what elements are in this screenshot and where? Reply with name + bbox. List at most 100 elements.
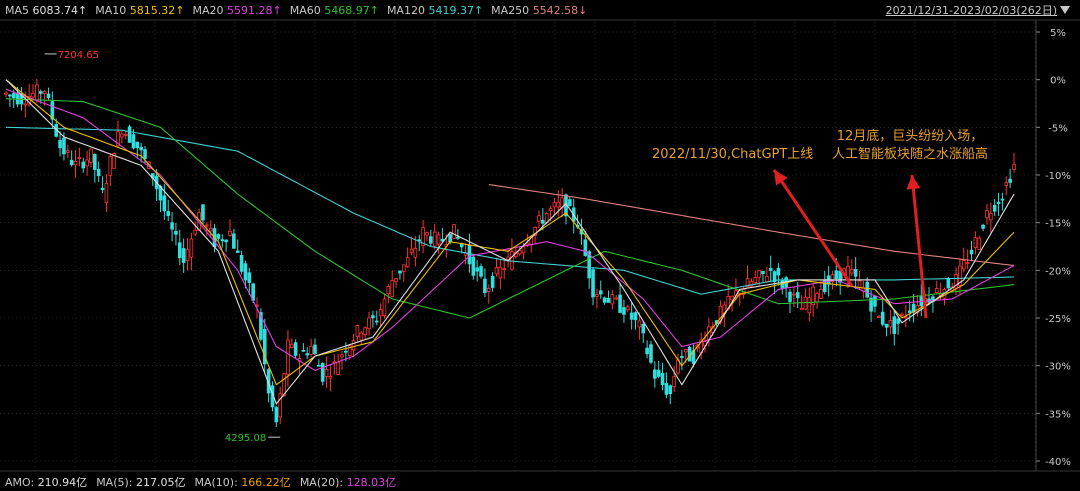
candle-body xyxy=(243,263,248,281)
candle-body xyxy=(73,160,78,166)
candle-body xyxy=(46,93,51,99)
candle-body xyxy=(637,320,642,328)
candle-body xyxy=(622,307,626,315)
candle-body xyxy=(336,361,340,375)
candle-body xyxy=(367,317,371,329)
candle-body xyxy=(340,354,344,358)
candle-body xyxy=(877,316,881,318)
candle-body xyxy=(135,141,140,149)
candle-body xyxy=(799,307,804,310)
candle-body xyxy=(320,363,325,382)
candle-body xyxy=(668,385,673,395)
candle-body xyxy=(556,201,561,208)
candle-body xyxy=(1004,182,1009,186)
candle-body xyxy=(228,230,232,236)
candle-body xyxy=(448,233,452,243)
date-range-selector[interactable]: 2021/12/31-2023/02/03(262日) xyxy=(886,2,1070,18)
candle-body xyxy=(900,313,904,316)
legend-item-ma10: MA10 5815.32↑ xyxy=(95,4,184,17)
candle-body xyxy=(614,297,619,300)
candle-body xyxy=(93,153,97,170)
candle-body xyxy=(803,296,808,310)
candle-body xyxy=(992,204,997,212)
candle-body xyxy=(961,260,966,270)
candle-body xyxy=(301,349,306,352)
candle-body xyxy=(11,93,16,99)
candle-body xyxy=(317,364,321,367)
candle-body xyxy=(324,369,329,377)
volume-legend-item: MA(5): 217.05亿 xyxy=(96,475,186,489)
candle-body xyxy=(834,270,839,279)
candle-body xyxy=(386,286,391,295)
candle-body xyxy=(8,94,12,97)
candle-body xyxy=(89,148,93,163)
legend-value: 5419.37↑ xyxy=(428,3,484,17)
december-arrow-head xyxy=(906,175,921,190)
candle-body xyxy=(247,272,252,283)
chevron-down-icon[interactable] xyxy=(1060,6,1070,14)
candle-body xyxy=(996,201,1001,204)
candle-body xyxy=(1008,178,1012,183)
candle-body xyxy=(123,133,128,136)
december-annotation-line1: 12月底，巨头纷纷入场， xyxy=(836,129,984,144)
candle-body xyxy=(274,407,279,423)
legend-item-ma20: MA20 5591.28↑ xyxy=(192,4,281,17)
candle-body xyxy=(58,139,62,149)
candle-body xyxy=(857,280,862,288)
candle-body xyxy=(208,227,213,232)
candle-body xyxy=(618,294,622,313)
date-range-text[interactable]: 2021/12/31-2023/02/03(262日) xyxy=(886,2,1057,18)
candle-body xyxy=(181,248,186,263)
candle-body xyxy=(344,350,348,353)
candle-body xyxy=(660,373,665,386)
candle-body xyxy=(413,247,418,258)
candle-body xyxy=(127,126,132,143)
candle-body xyxy=(425,232,429,236)
candle-body xyxy=(602,297,607,303)
candle-body xyxy=(892,316,897,334)
candle-body xyxy=(23,103,28,106)
candle-body xyxy=(429,236,433,244)
candle-body xyxy=(177,242,182,259)
y-tick-label: -25% xyxy=(1045,314,1071,325)
candle-body xyxy=(973,237,978,249)
candle-body xyxy=(965,262,970,265)
candle-body xyxy=(390,280,395,298)
y-tick-label: 0% xyxy=(1050,76,1066,87)
legend-value: 6083.74↑ xyxy=(32,3,88,17)
legend-label: MA10 xyxy=(95,3,130,17)
candle-body xyxy=(907,310,912,313)
candle-body xyxy=(108,156,113,176)
y-tick-label: -35% xyxy=(1045,409,1071,420)
candle-body xyxy=(880,311,885,325)
candle-body xyxy=(768,267,773,271)
candle-body xyxy=(985,210,989,219)
candle-body xyxy=(401,264,406,272)
volume-legend-item: AMO: 210.94亿 xyxy=(5,475,88,489)
legend-item-ma60: MA60 5468.97↑ xyxy=(290,4,379,17)
candle-body xyxy=(471,256,476,276)
candle-body xyxy=(436,234,441,245)
price-labels: 7204.65 4295.08 xyxy=(44,50,281,444)
y-tick-label: -40% xyxy=(1045,457,1071,468)
candle-body xyxy=(475,267,479,272)
candle-body xyxy=(595,294,599,297)
volume-legend: AMO: 210.94亿 MA(5): 217.05亿 MA(10): 166.22… xyxy=(0,472,1080,491)
candle-body xyxy=(641,323,646,334)
candle-body xyxy=(483,278,487,293)
y-tick-label: -30% xyxy=(1045,362,1071,373)
candle-body xyxy=(309,345,313,355)
candle-body xyxy=(205,224,209,227)
legend-item-ma5: MA5 6083.74↑ xyxy=(5,4,87,17)
candle-body xyxy=(591,269,595,298)
candle-body xyxy=(305,353,310,356)
candle-body xyxy=(289,343,294,348)
candle-body xyxy=(672,376,676,387)
candle-body xyxy=(510,251,514,270)
candle-body xyxy=(224,239,228,243)
legend-item-ma250: MA250 5542.58↓ xyxy=(491,4,587,17)
candle-body xyxy=(170,222,174,230)
candle-body xyxy=(884,323,889,328)
candle-body xyxy=(498,266,503,279)
candle-body xyxy=(537,215,541,222)
